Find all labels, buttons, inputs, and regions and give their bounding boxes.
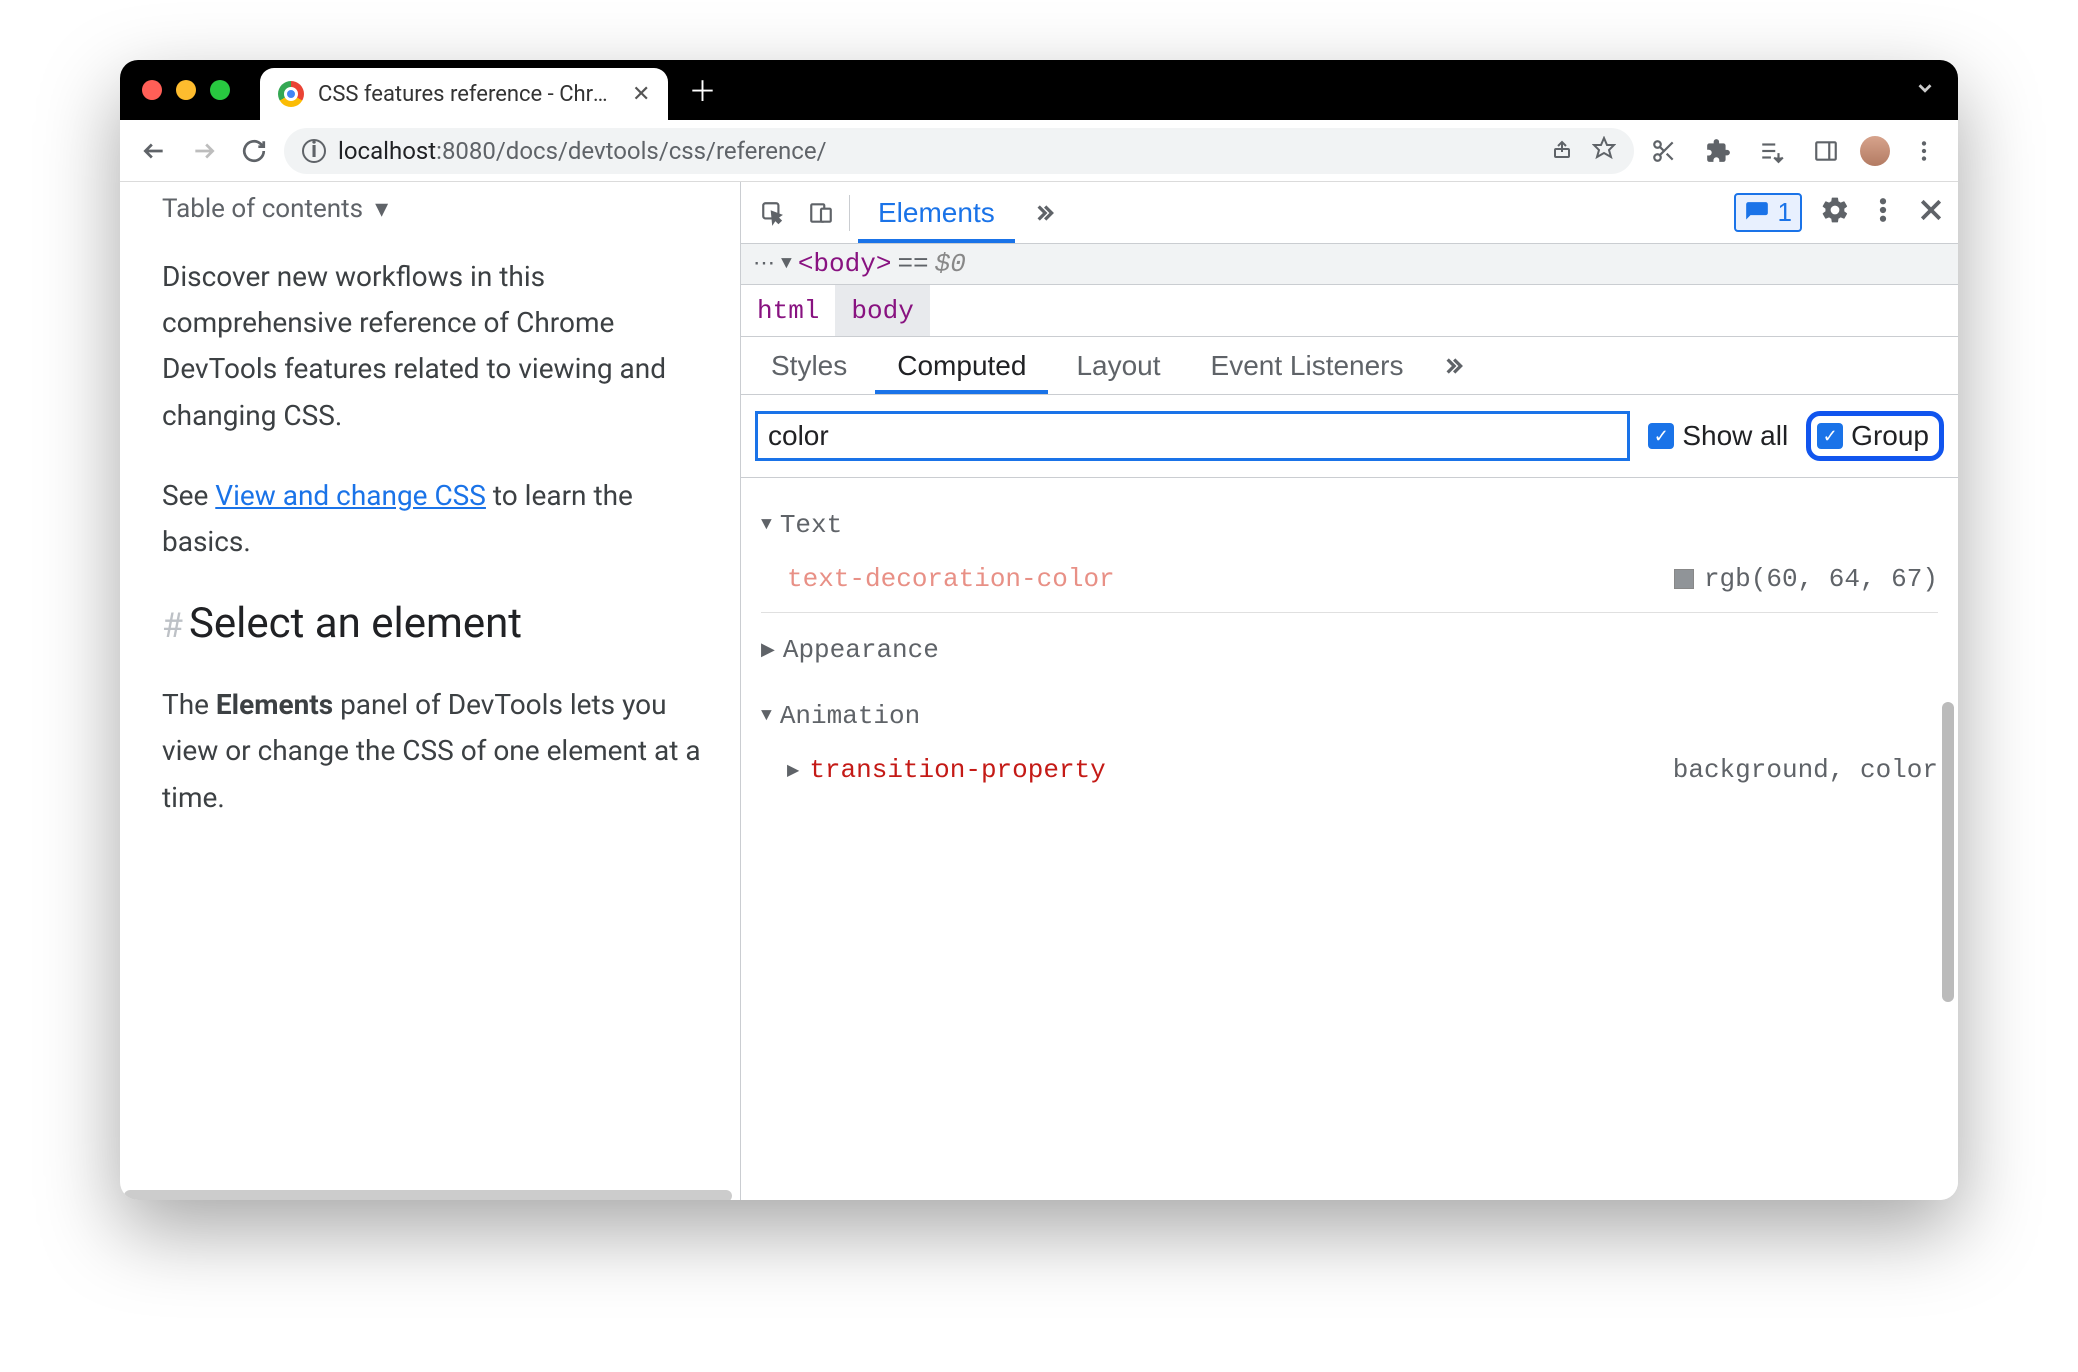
dom-equals: == — [897, 249, 928, 279]
group-name: Appearance — [783, 635, 939, 665]
profile-avatar[interactable] — [1860, 136, 1890, 166]
dom-tag: <body> — [798, 249, 892, 279]
page-content: Table of contents ▾ Discover new workflo… — [120, 182, 740, 875]
expand-triangle-icon: ▼ — [761, 515, 772, 535]
tab-title: CSS features reference - Chrom — [318, 82, 618, 107]
separator — [849, 195, 850, 231]
dom-breadcrumb: html body — [741, 285, 1958, 337]
browser-window: CSS features reference - Chrom ✕ ＋ i loc… — [120, 60, 1958, 1200]
dom-tree-row[interactable]: ⋯ ▼ <body> == $0 — [741, 244, 1958, 285]
back-button[interactable] — [134, 131, 174, 171]
property-value: background, color — [1673, 755, 1938, 785]
browser-tab[interactable]: CSS features reference - Chrom ✕ — [260, 68, 668, 120]
navigation-toolbar: i localhost:8080/docs/devtools/css/refer… — [120, 120, 1958, 182]
view-change-css-link[interactable]: View and change CSS — [215, 479, 486, 512]
issues-badge[interactable]: 1 — [1734, 193, 1802, 232]
tab-elements[interactable]: Elements — [858, 183, 1015, 243]
dom-ellipsis-icon: ⋯ — [753, 251, 775, 277]
minimize-window-button[interactable] — [176, 80, 196, 100]
tabs-dropdown-icon[interactable] — [1914, 77, 1936, 104]
table-of-contents-toggle[interactable]: Table of contents ▾ — [162, 182, 710, 254]
property-value: rgb(60, 64, 67) — [1674, 564, 1938, 594]
more-pane-tabs-icon[interactable] — [1432, 346, 1472, 386]
property-name: text-decoration-color — [787, 564, 1115, 594]
checkbox-checked-icon: ✓ — [1817, 423, 1843, 449]
tab-event-listeners[interactable]: Event Listeners — [1189, 338, 1426, 394]
dom-dollar: $0 — [935, 249, 966, 279]
address-bar[interactable]: i localhost:8080/docs/devtools/css/refer… — [284, 128, 1634, 174]
tab-computed[interactable]: Computed — [875, 338, 1048, 394]
bookmark-icon[interactable] — [1592, 136, 1616, 166]
breadcrumb-body[interactable]: body — [835, 285, 929, 336]
devtools-menu-icon[interactable] — [1868, 195, 1898, 230]
section-heading: #Select an element — [162, 599, 710, 648]
color-swatch-icon[interactable] — [1674, 569, 1694, 589]
vertical-scrollbar[interactable] — [1942, 702, 1954, 1002]
section-paragraph: The Elements panel of DevTools lets you … — [162, 682, 710, 821]
devtools-panel: Elements 1 — [740, 182, 1958, 1200]
forward-button[interactable] — [184, 131, 224, 171]
toolbar-right — [1644, 131, 1944, 171]
checkbox-checked-icon: ✓ — [1648, 423, 1674, 449]
close-tab-button[interactable]: ✕ — [632, 82, 650, 107]
toc-label: Table of contents — [162, 194, 363, 224]
addressbar-actions — [1550, 136, 1616, 166]
side-panel-icon[interactable] — [1806, 131, 1846, 171]
show-all-checkbox[interactable]: ✓ Show all — [1648, 420, 1788, 452]
property-row[interactable]: text-decoration-color rgb(60, 64, 67) — [761, 554, 1938, 613]
collapse-triangle-icon: ▶ — [761, 639, 775, 661]
titlebar: CSS features reference - Chrom ✕ ＋ — [120, 60, 1958, 120]
styles-pane-tabs: Styles Computed Layout Event Listeners — [741, 337, 1958, 395]
property-name: transition-property — [809, 755, 1105, 785]
group-name: Animation — [780, 701, 920, 731]
new-tab-button[interactable]: ＋ — [688, 70, 716, 110]
content-area: Table of contents ▾ Discover new workflo… — [120, 182, 1958, 1200]
tab-layout[interactable]: Layout — [1054, 338, 1182, 394]
devtools-toolbar: Elements 1 — [741, 182, 1958, 244]
close-devtools-icon[interactable] — [1916, 195, 1946, 230]
computed-filter-row: ✓ Show all ✓ Group — [741, 395, 1958, 478]
share-icon[interactable] — [1550, 136, 1574, 166]
horizontal-scrollbar[interactable] — [124, 1190, 732, 1200]
scissors-icon[interactable] — [1644, 131, 1684, 171]
anchor-hash-icon[interactable]: # — [162, 606, 183, 646]
close-window-button[interactable] — [142, 80, 162, 100]
chrome-logo-icon — [278, 81, 304, 107]
settings-icon[interactable] — [1820, 195, 1850, 230]
inspect-element-icon[interactable] — [753, 193, 793, 233]
breadcrumb-html[interactable]: html — [741, 285, 835, 336]
property-row[interactable]: ▶ transition-property background, color — [761, 745, 1938, 803]
maximize-window-button[interactable] — [210, 80, 230, 100]
browser-menu-button[interactable] — [1904, 131, 1944, 171]
intro-paragraph-1: Discover new workflows in this comprehen… — [162, 254, 710, 439]
chevron-down-icon: ▾ — [375, 194, 388, 224]
filter-input[interactable] — [755, 411, 1630, 461]
reload-button[interactable] — [234, 131, 274, 171]
url-text: localhost:8080/docs/devtools/css/referen… — [338, 137, 826, 165]
intro-paragraph-2: See View and change CSS to learn the bas… — [162, 473, 710, 565]
device-toolbar-icon[interactable] — [801, 193, 841, 233]
show-all-label: Show all — [1682, 420, 1788, 452]
expand-triangle-icon[interactable]: ▼ — [781, 254, 792, 274]
reading-list-icon[interactable] — [1752, 131, 1792, 171]
group-name: Text — [780, 510, 842, 540]
expand-triangle-icon[interactable]: ▶ — [787, 760, 799, 780]
issues-count: 1 — [1778, 197, 1792, 228]
group-checkbox[interactable]: ✓ Group — [1806, 411, 1944, 461]
group-header-text[interactable]: ▼ Text — [761, 488, 1938, 554]
group-label: Group — [1851, 420, 1929, 452]
tab-styles[interactable]: Styles — [749, 338, 869, 394]
page-content-wrap: Table of contents ▾ Discover new workflo… — [120, 182, 740, 1200]
extensions-icon[interactable] — [1698, 131, 1738, 171]
more-tabs-icon[interactable] — [1023, 193, 1063, 233]
group-header-animation[interactable]: ▼ Animation — [761, 679, 1938, 745]
expand-triangle-icon: ▼ — [761, 706, 772, 726]
computed-properties: ▼ Text text-decoration-color rgb(60, 64,… — [741, 478, 1958, 813]
window-controls — [142, 80, 230, 100]
group-header-appearance[interactable]: ▶ Appearance — [761, 613, 1938, 679]
site-info-icon[interactable]: i — [302, 139, 326, 163]
